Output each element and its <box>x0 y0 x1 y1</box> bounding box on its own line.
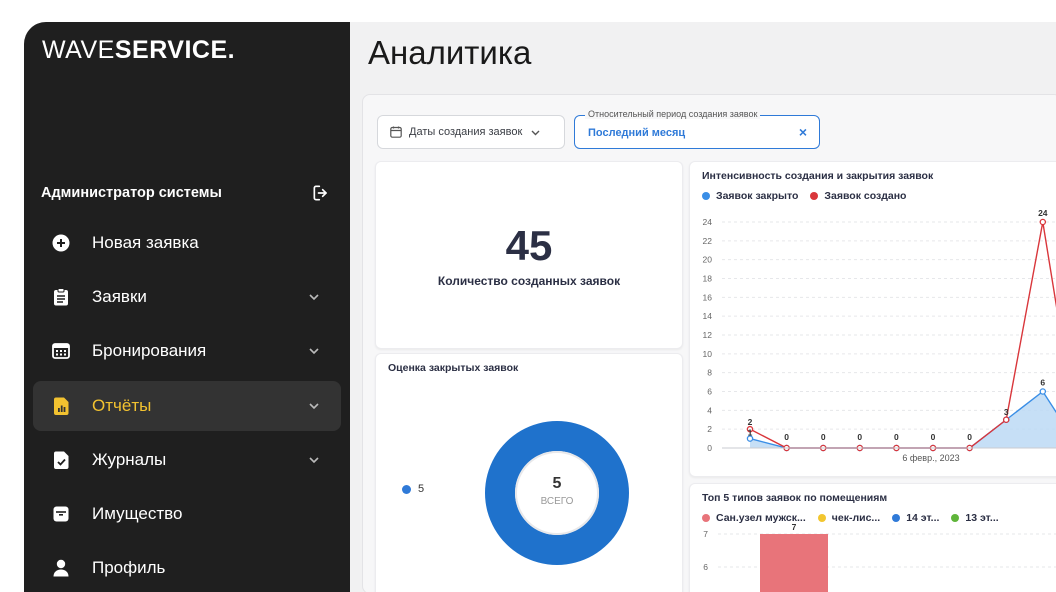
clear-icon[interactable]: × <box>799 124 807 140</box>
donut-chart: 5 ВСЕГО <box>484 421 629 565</box>
y-tick-label: 16 <box>703 292 713 302</box>
chevron-down-icon[interactable] <box>307 453 321 467</box>
y-tick-label: 2 <box>707 424 712 434</box>
donut-slice <box>484 421 629 565</box>
analytics-panel: Даты создания заявок Относительный перио… <box>362 94 1056 592</box>
page-title: Аналитика <box>368 34 532 71</box>
calendar-icon <box>390 126 402 138</box>
y-tick-label: 6 <box>707 387 712 397</box>
sidebar-item-label: Профиль <box>92 558 166 577</box>
period-filter-value: Последний месяц <box>588 127 686 139</box>
y-tick-label: 4 <box>707 405 712 415</box>
x-tick-label: 6 февр., 2023 <box>902 453 959 463</box>
sidebar-item-journals[interactable]: Журналы <box>33 435 341 485</box>
data-point <box>1002 416 1010 423</box>
dates-filter-label: Даты создания заявок <box>409 126 523 138</box>
data-point <box>1039 388 1047 395</box>
sidebar-item-profile[interactable]: Профиль <box>33 543 341 592</box>
y-tick-label: 6 <box>703 562 708 572</box>
data-label: 0 <box>857 432 862 442</box>
app-window: WAVESERVICE. Администратор системы Новая… <box>24 22 1056 592</box>
chevron-down-icon <box>531 130 540 135</box>
donut-total-caption: ВСЕГО <box>541 496 574 507</box>
y-tick-label: 24 <box>703 217 713 227</box>
chevron-down-icon[interactable] <box>307 290 321 304</box>
y-tick-label: 7 <box>703 529 708 539</box>
sidebar-item-bookings[interactable]: Бронирования <box>33 326 341 376</box>
y-tick-label: 8 <box>707 368 712 378</box>
line-chart: 02468101214161820222421000000324606 февр… <box>703 208 1056 463</box>
kpi-card: 45 Количество созданных заявок <box>375 161 683 349</box>
calendar-grid-icon <box>51 341 71 361</box>
data-label: 0 <box>784 432 789 442</box>
sidebar-item-label: Заявки <box>92 287 147 306</box>
sidebar-item-label: Бронирования <box>92 341 207 360</box>
data-point <box>1039 218 1047 226</box>
user-role-label: Администратор системы <box>41 185 222 201</box>
chevron-down-icon[interactable] <box>307 399 321 413</box>
report-icon <box>51 396 71 416</box>
y-tick-label: 20 <box>703 255 713 265</box>
sidebar-item-label: Отчёты <box>92 396 152 415</box>
intensity-chart-card: Интенсивность создания и закрытия заявок… <box>689 161 1056 477</box>
data-label: 3 <box>1004 407 1009 417</box>
donut-total-value: 5 <box>553 475 562 492</box>
plus-circle-icon <box>51 233 71 253</box>
data-label: 24 <box>1038 208 1048 218</box>
chevron-down-icon[interactable] <box>307 344 321 358</box>
data-label: 6 <box>1040 378 1045 388</box>
sidebar-item-reports[interactable]: Отчёты <box>33 381 341 431</box>
logo[interactable]: WAVESERVICE. <box>42 36 235 65</box>
y-tick-label: 0 <box>707 443 712 453</box>
data-label: 0 <box>821 432 826 442</box>
sidebar-item-label: Новая заявка <box>92 233 199 252</box>
data-label: 0 <box>894 432 899 442</box>
sidebar-item-label: Журналы <box>92 450 167 469</box>
bar-chart: 6 7 7 <box>703 522 1056 592</box>
kpi-value: 45 <box>505 222 553 269</box>
data-label: 1 <box>748 428 753 438</box>
dates-filter-button[interactable]: Даты создания заявок <box>377 115 565 149</box>
sidebar-item-label: Имущество <box>92 504 183 523</box>
y-tick-label: 12 <box>703 330 713 340</box>
user-role-row: Администратор системы <box>41 182 331 204</box>
data-label: 2 <box>748 417 753 427</box>
journal-check-icon <box>51 450 71 470</box>
data-label: 7 <box>792 522 797 532</box>
donut-inner-ring <box>515 451 599 535</box>
sidebar: WAVESERVICE. Администратор системы Новая… <box>24 22 350 592</box>
y-tick-label: 18 <box>703 274 713 284</box>
sidebar-item-new-request[interactable]: Новая заявка <box>33 218 341 268</box>
data-label: 0 <box>931 432 936 442</box>
bar <box>760 534 828 592</box>
rating-card: Оценка закрытых заявок 5 5 ВСЕГО <box>375 353 683 592</box>
y-tick-label: 22 <box>703 236 713 246</box>
logout-icon[interactable] <box>311 183 331 203</box>
data-label: 0 <box>967 432 972 442</box>
y-tick-label: 10 <box>703 349 713 359</box>
box-icon <box>51 504 71 524</box>
period-filter-legend: Относительный период создания заявок <box>585 109 761 119</box>
main-content: Аналитика Даты создания заявок Относител… <box>350 22 1056 592</box>
sidebar-item-requests[interactable]: Заявки <box>33 272 341 322</box>
top5-chart-card: Топ 5 типов заявок по помещениям Сан.узе… <box>689 483 1056 592</box>
user-icon <box>51 558 71 578</box>
kpi-caption: Количество созданных заявок <box>437 274 621 288</box>
sidebar-item-property[interactable]: Имущество <box>33 489 341 539</box>
y-tick-label: 14 <box>703 311 713 321</box>
clipboard-icon <box>51 287 71 307</box>
period-filter-field[interactable]: Относительный период создания заявок Пос… <box>574 109 820 149</box>
